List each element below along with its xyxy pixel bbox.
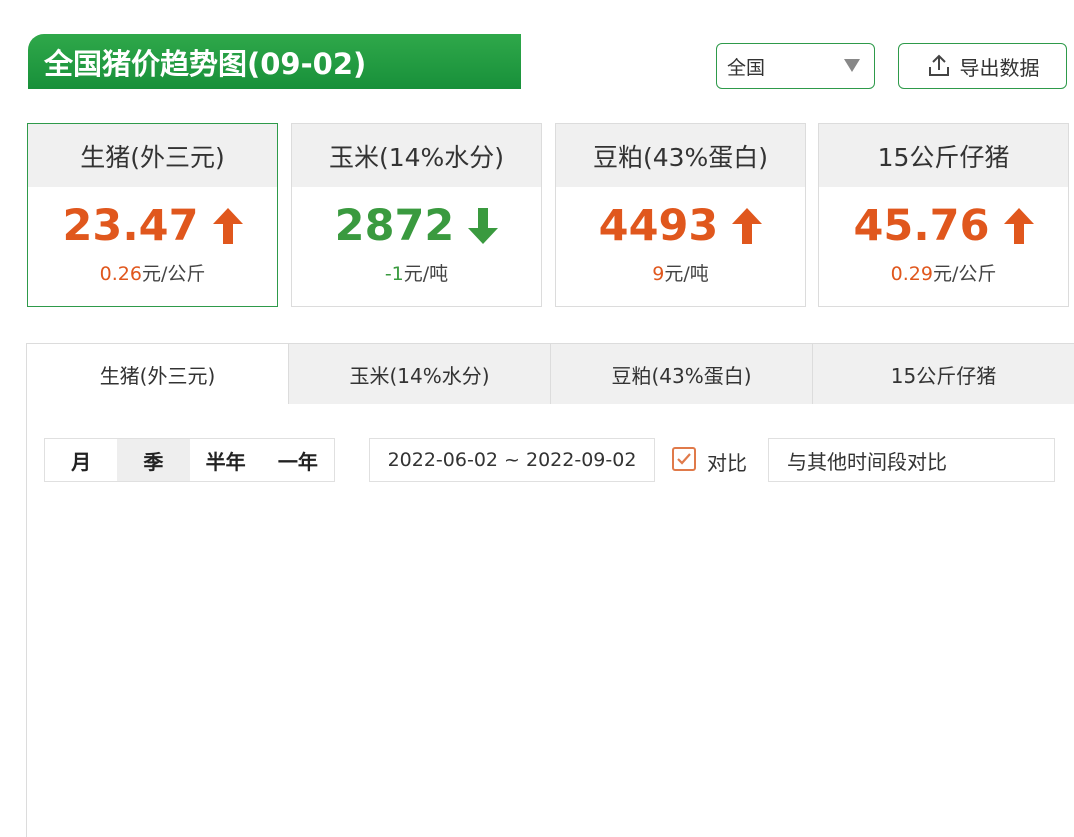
card-price: 45.76 [853,201,990,251]
compare-label: 对比 [707,451,747,475]
region-select[interactable]: 全国 [716,43,875,89]
card-title: 15公斤仔猪 [819,124,1068,187]
card-price: 23.47 [62,201,199,251]
region-select-value: 全国 [727,56,766,79]
commodity-tabs: 生猪(外三元) 玉米(14%水分) 豆粕(43%蛋白) 15公斤仔猪 [26,343,1074,405]
card-title: 玉米(14%水分) [292,124,541,187]
card-title: 生猪(外三元) [28,124,277,187]
card-change-unit: 元/公斤 [932,263,997,285]
card-price: 2872 [334,201,455,251]
arrow-up-icon [212,208,243,244]
card-title: 豆粕(43%蛋白) [556,124,805,187]
card-change-value: 0.29 [890,263,933,285]
period-year[interactable]: 一年 [262,439,334,481]
period-half-year[interactable]: 半年 [190,439,262,481]
card-change-value: -1 [384,263,404,285]
tab-piglet[interactable]: 15公斤仔猪 [812,344,1074,405]
card-change-unit: 元/吨 [664,263,709,285]
tab-corn[interactable]: 玉米(14%水分) [288,344,550,405]
export-label: 导出数据 [959,55,1040,80]
card-change-value: 9 [652,263,665,285]
date-range-picker[interactable]: 2022-06-02 ~ 2022-09-02 [369,438,655,482]
tab-soybean-meal[interactable]: 豆粕(43%蛋白) [550,344,812,405]
card-soybean-meal[interactable]: 豆粕(43%蛋白) 4493 9元/吨 [555,123,806,307]
period-quarter[interactable]: 季 [117,439,190,481]
card-live-pig[interactable]: 生猪(外三元) 23.47 0.26元/公斤 [27,123,278,307]
card-price: 4493 [598,201,719,251]
card-change-unit: 元/公斤 [141,263,206,285]
export-button[interactable]: 导出数据 [898,43,1067,89]
period-selector: 月 季 半年 一年 [44,438,335,482]
compare-period-input[interactable]: 与其他时间段对比 [768,438,1055,482]
caret-down-icon [844,59,860,72]
compare-checkbox[interactable] [672,447,696,471]
card-change-unit: 元/吨 [403,263,449,285]
card-corn[interactable]: 玉米(14%水分) 2872 -1元/吨 [291,123,542,307]
tab-live-pig[interactable]: 生猪(外三元) [26,344,288,405]
card-change-value: 0.26 [99,263,142,285]
arrow-up-icon [1003,208,1034,244]
page-title: 全国猪价趋势图(09-02) [28,34,521,89]
check-icon [677,453,691,465]
card-piglet[interactable]: 15公斤仔猪 45.76 0.29元/公斤 [818,123,1069,307]
period-month[interactable]: 月 [45,439,117,481]
arrow-up-icon [732,208,763,244]
arrow-down-icon [468,208,499,244]
upload-icon [928,54,949,76]
